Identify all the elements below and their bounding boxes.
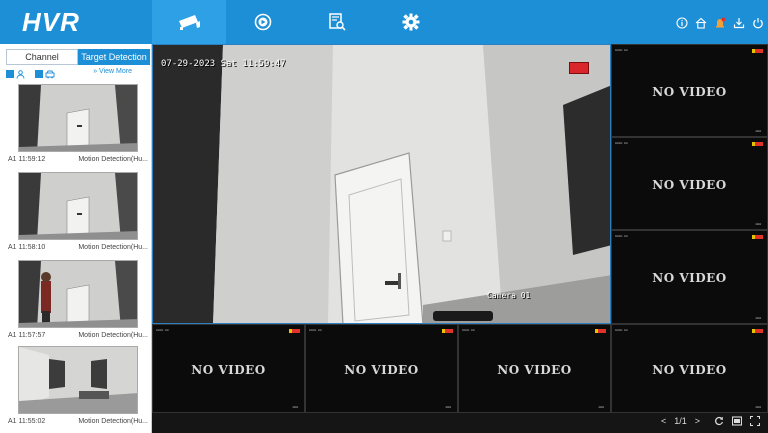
main-camera-view[interactable]: 07-29-2023 Sat 11:59:47 Camera 01 [152, 44, 611, 324]
record-indicator-icon [598, 329, 606, 333]
camera-tile[interactable]: ▬▬▬▬ ▬▬ NO VIDEO ▬▬▬ [152, 324, 305, 413]
bottom-toolbar: < 1/1 > [152, 413, 768, 433]
record-indicator-icon [755, 49, 763, 53]
event-thumbnail[interactable] [18, 346, 138, 414]
event-sidebar: Channel Target Detection » View More A1 … [0, 44, 152, 433]
tab-settings[interactable] [374, 0, 448, 44]
app-logo: HVR [22, 7, 80, 37]
tile-osd-name: ▬▬▬ [445, 405, 451, 409]
top-bar: HVR [0, 0, 768, 44]
record-indicator-icon [292, 329, 300, 333]
no-video-label: NO VIDEO [652, 271, 727, 285]
no-video-label: NO VIDEO [652, 363, 727, 377]
person-icon [16, 69, 25, 79]
vehicle-filter-checkbox[interactable] [35, 70, 43, 78]
camera-tile[interactable]: ▬▬▬▬ ▬▬ NO VIDEO ▬▬▬ [458, 324, 611, 413]
tab-channel[interactable]: Channel [6, 49, 78, 65]
camera-name-osd: Camera 01 [487, 291, 531, 300]
event-item[interactable]: A1 11:59:12 Motion Detection(Hu... [6, 84, 150, 170]
view-more-link[interactable]: » View More [93, 68, 132, 75]
record-indicator-icon [755, 142, 763, 146]
next-page-button[interactable]: > [695, 416, 700, 426]
vehicle-icon [45, 70, 55, 78]
event-type: Motion Detection(Hu... [78, 418, 148, 425]
event-time: A1 11:59:12 [8, 156, 46, 163]
camera-datetime-osd: 07-29-2023 Sat 11:59:47 [161, 59, 286, 69]
tile-osd-time: ▬▬▬▬ ▬▬ [615, 48, 628, 52]
record-indicator-icon [755, 329, 763, 333]
event-thumbnail[interactable] [18, 260, 138, 328]
tile-osd-name: ▬▬▬ [755, 222, 761, 226]
event-time: A1 11:55:02 [8, 418, 46, 425]
refresh-icon[interactable] [714, 416, 724, 426]
tile-osd-time: ▬▬▬▬ ▬▬ [156, 328, 169, 332]
tab-target-detection[interactable]: Target Detection [78, 49, 150, 65]
event-thumbnail[interactable] [18, 172, 138, 240]
event-type: Motion Detection(Hu... [78, 156, 148, 163]
camera-tile[interactable]: ▬▬▬▬ ▬▬ NO VIDEO ▬▬▬ [611, 230, 768, 324]
gear-icon [402, 13, 420, 31]
event-thumbnail[interactable] [18, 84, 138, 152]
file-search-icon [329, 13, 346, 31]
tile-osd-time: ▬▬▬▬ ▬▬ [615, 141, 628, 145]
tab-live-view[interactable] [152, 0, 226, 44]
tile-osd-name: ▬▬▬ [598, 405, 604, 409]
playback-icon [254, 13, 272, 31]
person-filter-checkbox[interactable] [6, 70, 14, 78]
download-icon[interactable] [733, 16, 745, 29]
event-time: A1 11:58:10 [8, 244, 46, 251]
event-item[interactable]: A1 11:58:10 Motion Detection(Hu... [6, 172, 150, 258]
camera-icon [179, 15, 200, 30]
event-item[interactable]: A1 11:55:02 Motion Detection(Hu... [6, 346, 150, 432]
alarm-icon[interactable] [714, 16, 726, 28]
tile-osd-name: ▬▬▬ [292, 405, 298, 409]
tile-osd-time: ▬▬▬▬ ▬▬ [615, 328, 628, 332]
no-video-label: NO VIDEO [191, 363, 266, 377]
page-indicator: 1/1 [674, 416, 687, 426]
event-type: Motion Detection(Hu... [78, 244, 148, 251]
top-right-toolbar [676, 0, 764, 44]
event-time: A1 11:57:57 [8, 332, 46, 339]
camera-tile[interactable]: ▬▬▬▬ ▬▬ NO VIDEO ▬▬▬ [305, 324, 458, 413]
tile-osd-name: ▬▬▬ [755, 129, 761, 133]
sidebar-tabs: Channel Target Detection [6, 49, 150, 65]
record-indicator-icon [445, 329, 453, 333]
record-indicator-icon [755, 235, 763, 239]
no-video-label: NO VIDEO [344, 363, 419, 377]
no-video-label: NO VIDEO [652, 85, 727, 99]
layout-icon[interactable] [732, 416, 742, 426]
event-type: Motion Detection(Hu... [78, 332, 148, 339]
tile-osd-name: ▬▬▬ [755, 405, 761, 409]
detection-filters: » View More [6, 68, 150, 80]
event-item[interactable]: A1 11:57:57 Motion Detection(Hu... [6, 260, 150, 346]
tile-osd-time: ▬▬▬▬ ▬▬ [615, 234, 628, 238]
power-icon[interactable] [752, 16, 764, 29]
page-controls: < 1/1 > [661, 416, 760, 426]
fullscreen-icon[interactable] [750, 416, 760, 426]
tab-playback[interactable] [226, 0, 300, 44]
tab-search[interactable] [300, 0, 374, 44]
video-grid: 07-29-2023 Sat 11:59:47 Camera 01 ▬▬▬▬ ▬… [152, 44, 768, 433]
home-icon[interactable] [695, 16, 707, 29]
info-icon[interactable] [676, 16, 688, 29]
camera-tile[interactable]: ▬▬▬▬ ▬▬ NO VIDEO ▬▬▬ [611, 137, 768, 230]
no-video-label: NO VIDEO [497, 363, 572, 377]
tile-osd-name: ▬▬▬ [755, 316, 761, 320]
tile-osd-time: ▬▬▬▬ ▬▬ [462, 328, 475, 332]
record-indicator-icon [569, 62, 589, 74]
tile-osd-time: ▬▬▬▬ ▬▬ [309, 328, 322, 332]
prev-page-button[interactable]: < [661, 416, 666, 426]
camera-tile[interactable]: ▬▬▬▬ ▬▬ NO VIDEO ▬▬▬ [611, 44, 768, 137]
camera-tile[interactable]: ▬▬▬▬ ▬▬ NO VIDEO ▬▬▬ [611, 324, 768, 413]
no-video-label: NO VIDEO [652, 178, 727, 192]
